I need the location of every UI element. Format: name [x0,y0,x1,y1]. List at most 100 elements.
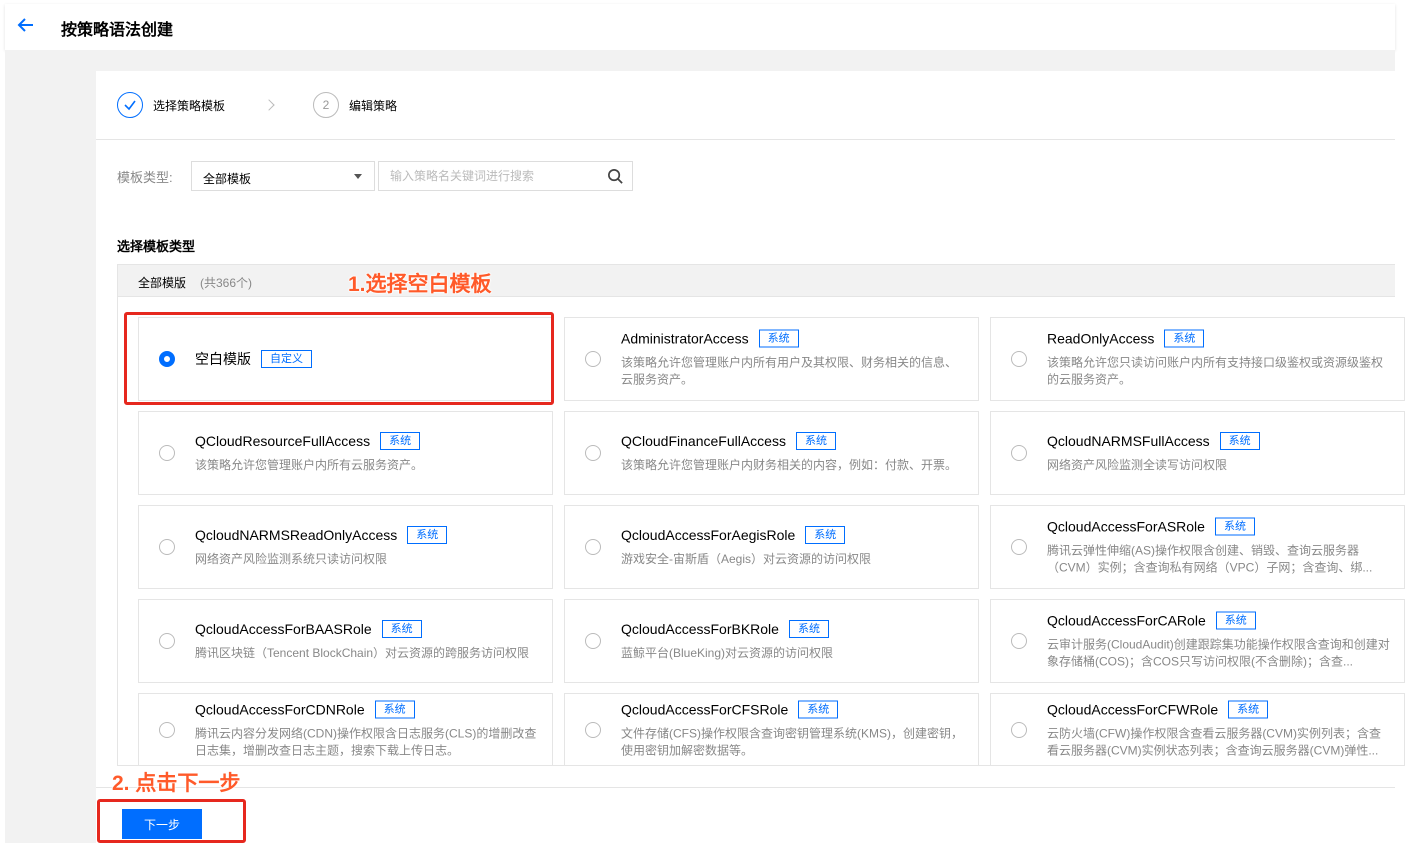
step-1-label: 选择策略模板 [153,98,226,113]
template-name-row: QcloudNARMSReadOnlyAccess 系统 [195,526,540,544]
template-name: QcloudAccessForAegisRole [621,527,796,543]
template-card[interactable]: QcloudAccessForASRole 系统 腾讯云弹性伸缩(AS)操作权限含创… [990,505,1405,589]
template-name: QCloudFinanceFullAccess [621,433,786,449]
template-card[interactable]: ReadOnlyAccess 系统 该策略允许您只读访问账户内所有支持接口级鉴权或资… [990,317,1405,401]
template-type-tag: 系统 [788,620,829,638]
template-type-tag: 系统 [381,620,422,638]
template-card[interactable]: QcloudAccessForBKRole 系统蓝鲸平台(BlueKing)对云资… [564,599,979,683]
template-card-body: QcloudAccessForCFSRole 系统文件存储(CFS)操作权限含查询… [621,700,966,759]
template-card-body: QcloudNARMSReadOnlyAccess 系统网络资产风险监测系统只读访… [195,526,540,568]
next-button[interactable]: 下一步 [122,809,202,839]
all-templates-label: 全部模版 [138,276,187,290]
footer-divider [96,787,1395,788]
template-card-body: QcloudAccessForAegisRole 系统游戏安全-宙斯盾（Aegis… [621,526,966,568]
template-radio[interactable] [1011,633,1027,649]
template-name-row: QCloudFinanceFullAccess 系统 [621,432,966,450]
template-card-body: QCloudFinanceFullAccess 系统该策略允许您管理账户内财务相关… [621,432,966,474]
template-card[interactable]: QcloudAccessForCARole 系统云审计服务(CloudAudit)… [990,599,1405,683]
template-name: QcloudNARMSReadOnlyAccess [195,527,398,543]
template-card[interactable]: QcloudAccessForCFWRole 系统 云防火墙(CFW)操作权限含查看… [990,693,1405,766]
template-radio[interactable] [1011,445,1027,461]
template-name: QcloudNARMSFullAccess [1047,433,1210,449]
template-card[interactable]: QcloudAccessForBAASRole 系统腾讯区块链（Tencent B… [138,599,553,683]
template-card[interactable]: QCloudResourceFullAccess 系统 该策略允许您管理账户内所有云… [138,411,553,495]
template-description: 腾讯区块链（Tencent BlockChain）对云资源的跨服务访问权限 [195,646,530,660]
template-type-tag: 系统 [758,329,799,348]
template-name-row: QcloudNARMSFullAccess 系统 [1047,432,1392,450]
template-card-body: QcloudAccessForBAASRole 系统腾讯区块链（Tencent B… [195,620,540,662]
template-name: QcloudAccessForBAASRole [195,621,372,637]
template-name: AdministratorAccess [621,330,749,347]
template-type-tag: 系统 [1228,700,1269,718]
section-title: 选择模板类型 [117,239,196,254]
template-description: 腾讯云内容分发网络(CDN)操作权限含日志服务(CLS)的增删改查日志集，增删改… [195,726,537,757]
template-count: (共366个) [200,276,253,290]
page-title: 按策略语法创建 [61,22,174,39]
template-card[interactable]: QcloudNARMSFullAccess 系统 网络资产风险监测全读写访问权限 [990,411,1405,495]
search-input[interactable] [379,162,599,190]
template-name: QCloudResourceFullAccess [195,433,371,449]
list-header: 全部模版 (共366个) [118,265,1395,297]
select-value: 全部模板 [203,172,252,186]
template-description: 文件存储(CFS)操作权限含查询密钥管理系统(KMS)，创建密钥，使用密钥加解密… [621,726,963,757]
template-name-row: QcloudAccessForBKRole 系统 [621,620,966,638]
template-name-row: QcloudAccessForASRole 系统 [1047,517,1392,536]
step-2-number: 2 [313,92,340,118]
template-card[interactable]: QcloudNARMSReadOnlyAccess 系统网络资产风险监测系统只读访… [138,505,553,589]
template-radio[interactable] [1011,351,1027,367]
template-type-tag: 系统 [1164,329,1205,348]
template-radio[interactable] [159,445,175,461]
template-name: QcloudAccessForCDNRole [195,701,365,717]
template-card-body: QcloudNARMSFullAccess 系统 网络资产风险监测全读写访问权限 [1047,432,1392,474]
chevron-right-icon [263,99,275,111]
template-name-row: QcloudAccessForCARole 系统 [1047,611,1392,630]
template-card-body: QcloudAccessForBKRole 系统蓝鲸平台(BlueKing)对云资… [621,620,966,662]
template-type-tag: 系统 [1219,432,1260,450]
template-description: 该策略允许您管理账户内所有用户及其权限、财务相关的信息、云服务资产。 [621,355,958,387]
template-radio[interactable] [159,633,175,649]
step-done-icon [117,92,143,118]
template-type-tag: 系统 [1215,611,1256,630]
template-card[interactable]: QcloudAccessForCDNRole 系统腾讯云内容分发网络(CDN)操作… [138,693,553,766]
search-icon[interactable] [607,168,624,185]
template-type-tag: 系统 [374,700,415,718]
template-name: QcloudAccessForBKRole [621,621,779,637]
template-description: 网络资产风险监测系统只读访问权限 [195,552,388,566]
template-description: 云审计服务(CloudAudit)创建跟踪集功能操作权限含查询和创建对象存储桶(… [1047,637,1390,669]
template-card-body: QcloudAccessForCDNRole 系统腾讯云内容分发网络(CDN)操作… [195,700,540,759]
annotation-step-1: 1.选择空白模板 [348,273,493,297]
template-card[interactable]: QcloudAccessForCFSRole 系统文件存储(CFS)操作权限含查询… [564,693,979,766]
template-type-tag: 系统 [805,526,846,544]
template-card[interactable]: AdministratorAccess 系统该策略允许您管理账户内所有用户及其权限… [564,317,979,401]
template-card-body: ReadOnlyAccess 系统 该策略允许您只读访问账户内所有支持接口级鉴权或资… [1047,329,1392,389]
highlight-blank-template [124,312,554,405]
template-radio[interactable] [585,721,601,738]
template-name: QcloudAccessForCARole [1047,612,1206,629]
steps-indicator: 选择策略模板 2 编辑策略 [117,91,397,119]
template-radio[interactable] [1011,539,1027,555]
template-radio[interactable] [585,633,601,649]
template-name-row: QcloudAccessForAegisRole 系统 [621,526,966,544]
back-arrow-icon[interactable] [15,14,37,36]
template-radio[interactable] [1011,721,1027,738]
template-card[interactable]: QcloudAccessForAegisRole 系统游戏安全-宙斯盾（Aegis… [564,505,979,589]
template-description: 游戏安全-宙斯盾（Aegis）对云资源的访问权限 [621,552,872,566]
template-type-select[interactable]: 全部模板 [191,161,375,191]
template-name-row: QCloudResourceFullAccess 系统 [195,432,540,450]
template-description: 该策略允许您管理账户内财务相关的内容，例如：付款、开票。 [621,458,958,472]
template-radio[interactable] [585,445,601,461]
template-radio[interactable] [159,721,175,738]
check-icon [124,100,136,111]
template-name-row: QcloudAccessForCDNRole 系统 [195,700,540,718]
template-description: 蓝鲸平台(BlueKing)对云资源的访问权限 [621,646,834,660]
template-radio[interactable] [585,351,601,367]
template-name: QcloudAccessForCFWRole [1047,701,1219,717]
template-name-row: QcloudAccessForCFSRole 系统 [621,700,966,718]
annotation-step-2: 2. 点击下一步 [111,772,241,796]
template-radio[interactable] [159,539,175,555]
template-radio[interactable] [585,539,601,555]
template-name: QcloudAccessForCFSRole [621,701,789,717]
template-card[interactable]: QCloudFinanceFullAccess 系统该策略允许您管理账户内财务相关… [564,411,979,495]
template-name: QcloudAccessForASRole [1047,518,1205,535]
template-type-tag: 系统 [795,432,836,450]
